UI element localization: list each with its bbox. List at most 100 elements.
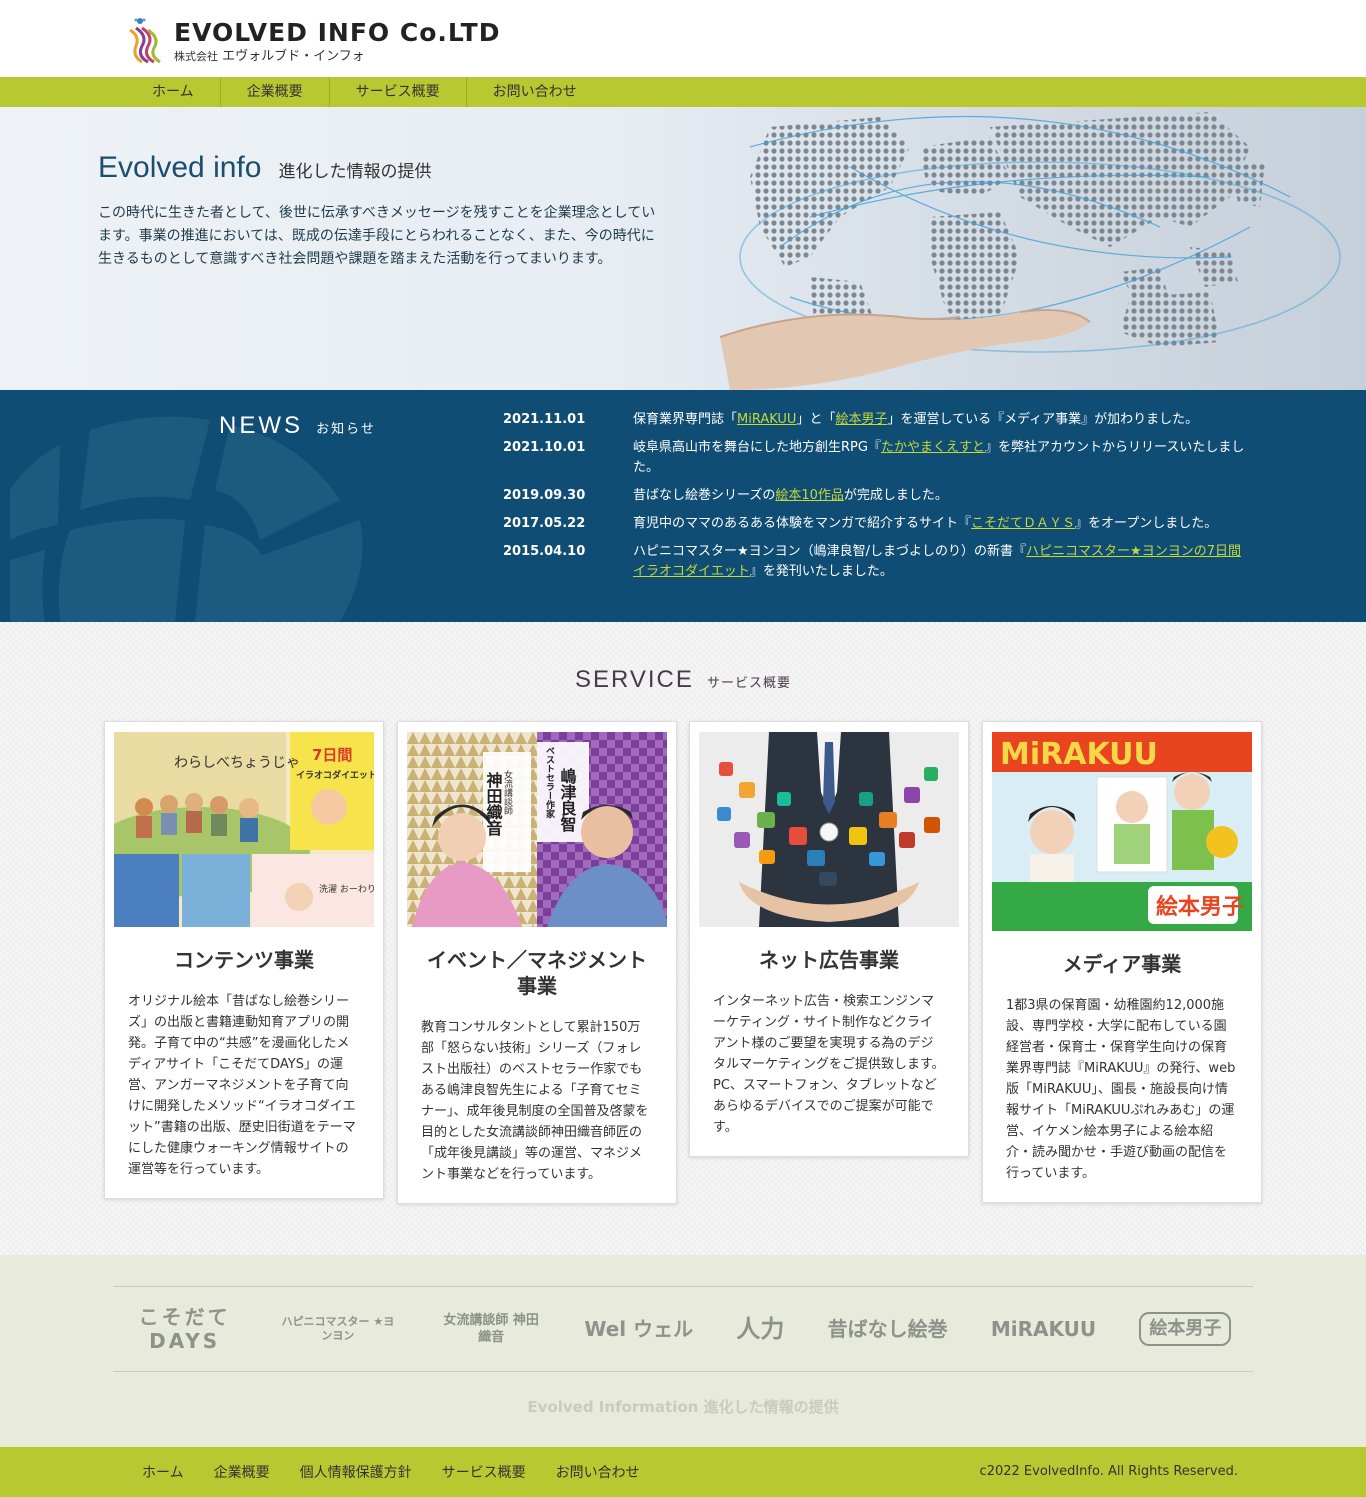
- net-ad-image: [699, 732, 959, 927]
- footer-nav-home[interactable]: ホーム: [142, 1462, 184, 1482]
- news-text: 育児中のママのあるある体験をマンガで紹介するサイト『こそだてＤＡＹＳ』をオープン…: [633, 514, 1253, 534]
- service-heading-jp: サービス概要: [707, 676, 792, 691]
- news-date: 2017.05.22: [503, 516, 586, 531]
- partner-logo-wel[interactable]: Wel ウェル: [584, 1319, 693, 1339]
- service-card-net-ad[interactable]: ネット広告事業 インターネット広告・検索エンジンマーケティング・サイト制作などク…: [689, 721, 969, 1157]
- site-header: EVOLVED INFO Co.LTD 株式会社 エヴォルブド・インフォ: [0, 0, 1366, 77]
- news-text: 保育業界専門誌「MiRAKUU」と「絵本男子」を運営している『メディア事業』が加…: [633, 410, 1253, 430]
- hero-description: この時代に生きた者として、後世に伝承すべきメッセージを残すことを企業理念としてい…: [98, 205, 656, 267]
- logo-sub-prefix: 株式会社: [174, 50, 218, 63]
- news-item: 2015.04.10 ハピニコマスター★ヨンヨン（嶋津良智/しまづよしのり）の新…: [503, 542, 1263, 582]
- service-heading: SERVICE サービス概要: [0, 666, 1366, 694]
- news-text-pre: 昔ばなし絵巻シリーズの: [633, 488, 776, 503]
- news-section: NEWS お知らせ 2021.11.01 保育業界専門誌「MiRAKUU」と「絵…: [0, 390, 1366, 622]
- news-text-mid: 」と「: [796, 412, 836, 427]
- global-nav: ホーム 企業概要 サービス概要 お問い合わせ: [0, 77, 1366, 107]
- news-text-pre: 岐阜県高山市を舞台にした地方創生RPG『: [633, 440, 881, 455]
- card-title: イベント／マネジメント事業: [427, 948, 647, 998]
- hero-title-jp: 進化した情報の提供: [278, 162, 432, 182]
- footer-nav-contact[interactable]: お問い合わせ: [556, 1462, 640, 1482]
- card-text: インターネット広告・検索エンジンマーケティング・サイト制作などクライアント様のご…: [713, 994, 945, 1135]
- nav-home[interactable]: ホーム: [126, 77, 221, 107]
- media-image-badge: 絵本男子: [1156, 894, 1244, 920]
- site-logo[interactable]: EVOLVED INFO Co.LTD 株式会社 エヴォルブド・インフォ: [126, 16, 546, 66]
- news-date: 2015.04.10: [503, 544, 586, 559]
- nav-company[interactable]: 企業概要: [221, 77, 330, 107]
- service-section: SERVICE サービス概要 わらしべちょうじゃ 7日間 イラオコダイエット 洗…: [0, 622, 1366, 1255]
- service-card-event[interactable]: 女流講談師 神田織音 ベストセラー作家 嶋津良智 イベント／マネジメント事業 教…: [397, 721, 677, 1204]
- footer-nav: ホーム 企業概要 個人情報保護方針 サービス概要 お問い合わせ: [142, 1447, 670, 1497]
- news-item: 2021.10.01 岐阜県高山市を舞台にした地方創生RPG『たかやまくえすと』…: [503, 438, 1263, 478]
- speaker-1-name: 神田織音: [484, 771, 503, 837]
- news-item: 2019.09.30 昔ばなし絵巻シリーズの絵本10作品が完成しました。: [503, 486, 1263, 506]
- news-text-post: が完成しました。: [843, 488, 948, 503]
- footer-nav-privacy[interactable]: 個人情報保護方針: [300, 1462, 412, 1482]
- footer-tagline: Evolved Information 進化した情報の提供: [527, 1398, 839, 1416]
- contents-image-badge: 7日間: [312, 746, 352, 764]
- partners-section: こそだて DAYS ハピニコマスター ★ヨンヨン 女流講談師 神田織音 Wel …: [0, 1255, 1366, 1447]
- news-text-pre: 保育業界専門誌「: [633, 412, 738, 427]
- hero-title: Evolved info 進化した情報の提供: [98, 151, 432, 185]
- card-title: コンテンツ事業: [174, 948, 314, 972]
- news-text: ハピニコマスター★ヨンヨン（嶋津良智/しまづよしのり）の新書『ハピニコマスター★…: [633, 542, 1253, 582]
- card-text: 教育コンサルタントとして累計150万部「怒らない技術」シリーズ（フォレスト出版社…: [421, 1020, 649, 1182]
- partner-logo-kanda-orine[interactable]: 女流講談師 神田織音: [441, 1312, 541, 1346]
- partner-logo-hapiniko[interactable]: ハピニコマスター ★ヨンヨン: [278, 1315, 398, 1343]
- logo-sub-name: エヴォルブド・インフォ: [222, 49, 365, 64]
- contents-image-badge-sub: イラオコダイエット: [296, 769, 374, 781]
- news-link-ehon-10[interactable]: 絵本10作品: [775, 488, 844, 503]
- news-link-kosodate-days[interactable]: こそだてＤＡＹＳ: [971, 516, 1075, 531]
- news-text-pre: ハピニコマスター★ヨンヨン（嶋津良智/しまづよしのり）の新書『: [633, 544, 1027, 559]
- news-heading: NEWS お知らせ: [219, 412, 376, 440]
- site-footer: ホーム 企業概要 個人情報保護方針 サービス概要 お問い合わせ c2022 Ev…: [0, 1447, 1366, 1497]
- hero-banner: Evolved info 進化した情報の提供 この時代に生きた者として、後世に伝…: [0, 107, 1366, 390]
- magazine-cover-icon: MiRAKUU 絵本男子: [992, 732, 1252, 931]
- news-text: 昔ばなし絵巻シリーズの絵本10作品が完成しました。: [633, 486, 1253, 506]
- news-date: 2021.10.01: [503, 440, 586, 455]
- news-link-mirakuu[interactable]: MiRAKUU: [737, 412, 796, 427]
- card-title: ネット広告事業: [759, 948, 899, 972]
- footer-nav-company[interactable]: 企業概要: [214, 1462, 270, 1482]
- card-text: 1都3県の保育園・幼稚園約12,000施設、専門学校・大学に配布している園経営者…: [1006, 998, 1236, 1181]
- partner-logo-kosodate-days[interactable]: こそだて DAYS: [135, 1305, 235, 1353]
- news-text-post: 』を発刊いたしました。: [749, 564, 893, 579]
- contents-image-title: わらしべちょうじゃ: [174, 755, 300, 771]
- news-date: 2021.11.01: [503, 412, 586, 427]
- logo-text: EVOLVED INFO Co.LTD: [174, 18, 501, 47]
- partner-logo-mukashibanashi[interactable]: 昔ばなし絵巻: [828, 1319, 948, 1339]
- news-heading-en: NEWS: [219, 412, 303, 439]
- world-map-hand-image: [719, 112, 1341, 390]
- news-link-takayama-quest[interactable]: たかやまくえすと: [881, 440, 985, 455]
- speaker-2-label: ベストセラー作家: [544, 746, 555, 819]
- speakers-portrait-icon: 女流講談師 神田織音 ベストセラー作家 嶋津良智: [407, 732, 667, 927]
- news-text-post: 」を運営している『メディア事業』が加わりました。: [887, 412, 1199, 427]
- contents-image-caption: 洗濯 おーわり♪: [319, 883, 374, 895]
- news-date: 2019.09.30: [503, 488, 586, 503]
- news-text-pre: 育児中のママのあるある体験をマンガで紹介するサイト『: [633, 516, 972, 531]
- service-heading-en: SERVICE: [574, 666, 694, 693]
- partner-logo-mirakuu[interactable]: MiRAKUU: [991, 1319, 1096, 1339]
- nav-contact[interactable]: お問い合わせ: [467, 77, 603, 107]
- businessman-app-icons-icon: [699, 732, 959, 927]
- news-list: 2021.11.01 保育業界専門誌「MiRAKUU」と「絵本男子」を運営してい…: [503, 410, 1263, 590]
- footer-nav-service[interactable]: サービス概要: [442, 1462, 526, 1482]
- news-heading-jp: お知らせ: [316, 422, 376, 437]
- news-item: 2021.11.01 保育業界専門誌「MiRAKUU」と「絵本男子」を運営してい…: [503, 410, 1263, 430]
- partner-logo-ehon-danshi[interactable]: 絵本男子: [1139, 1312, 1232, 1346]
- partner-logo-jinriki[interactable]: 人力: [736, 1317, 784, 1341]
- card-title: メディア事業: [1062, 952, 1182, 976]
- event-image: 女流講談師 神田織音 ベストセラー作家 嶋津良智: [407, 732, 667, 927]
- media-image-logo: MiRAKUU: [1000, 737, 1158, 772]
- news-item: 2017.05.22 育児中のママのあるある体験をマンガで紹介するサイト『こそだ…: [503, 514, 1263, 534]
- logo-mark-icon: [129, 18, 161, 64]
- hero-title-en: Evolved info: [98, 151, 262, 184]
- logo-subtitle: 株式会社 エヴォルブド・インフォ: [174, 45, 365, 64]
- service-card-contents[interactable]: わらしべちょうじゃ 7日間 イラオコダイエット 洗濯 おーわり♪ コンテンツ事業…: [104, 721, 384, 1199]
- news-link-ehon-danshi[interactable]: 絵本男子: [835, 412, 887, 427]
- nav-service[interactable]: サービス概要: [330, 77, 467, 107]
- service-card-media[interactable]: MiRAKUU 絵本男子 メディア事業 1都3県の保育園・幼稚園約12,000施…: [982, 721, 1262, 1203]
- copyright: c2022 EvolvedInfo. All Rights Reserved.: [979, 1464, 1238, 1479]
- news-text: 岐阜県高山市を舞台にした地方創生RPG『たかやまくえすと』を弊社アカウントからリ…: [633, 438, 1253, 478]
- card-text: オリジナル絵本「昔ばなし絵巻シリーズ」の出版と書籍連動知育アプリの開発。子育て中…: [128, 994, 356, 1177]
- contents-image: わらしべちょうじゃ 7日間 イラオコダイエット 洗濯 おーわり♪: [114, 732, 374, 927]
